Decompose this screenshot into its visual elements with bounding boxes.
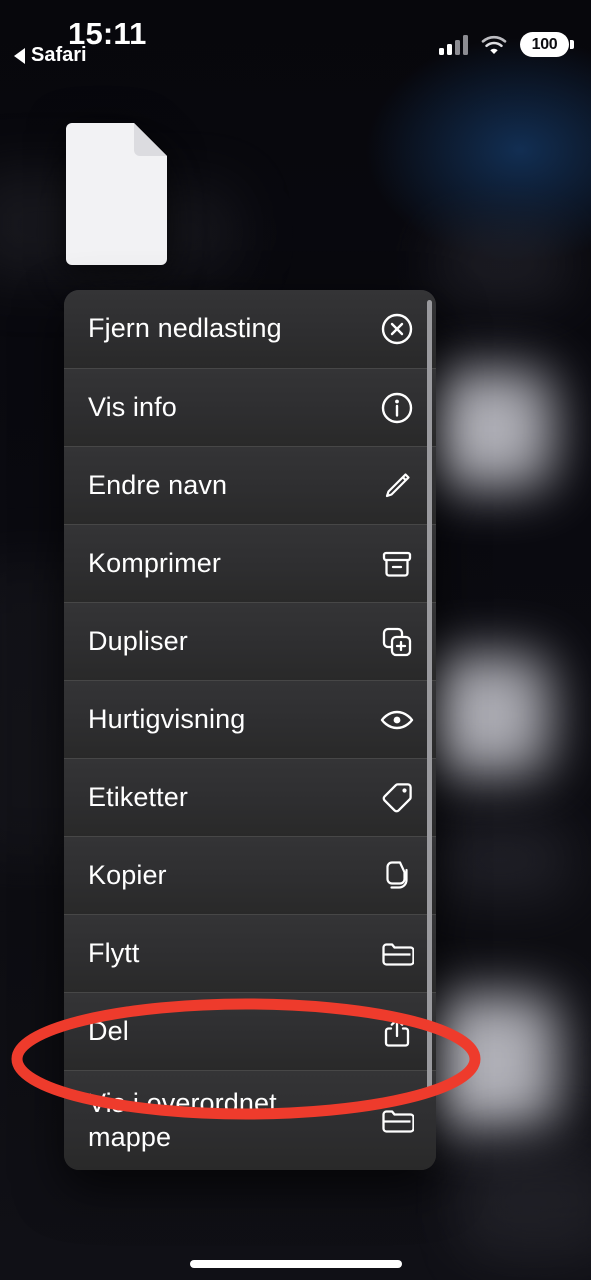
wifi-icon [481, 35, 507, 55]
menu-item-label: Flytt [88, 937, 140, 968]
cellular-signal-icon [439, 34, 468, 55]
menu-item-label: Dupliser [88, 625, 188, 656]
back-to-safari-button[interactable]: Safari [14, 44, 87, 67]
background-blob [430, 820, 570, 900]
tag-icon [380, 781, 414, 815]
menu-item-label: Hurtigvisning [88, 703, 246, 734]
file-preview-thumbnail[interactable] [64, 119, 175, 267]
menu-item-label: Etiketter [88, 781, 188, 812]
share-icon [380, 1015, 414, 1049]
menu-item-endre-navn[interactable]: Endre navn [64, 446, 436, 524]
menu-item-del[interactable]: Del [64, 992, 436, 1070]
folder-icon [380, 1104, 414, 1138]
menu-item-label: Komprimer [88, 547, 221, 578]
back-label: Safari [31, 44, 87, 66]
home-indicator [189, 1260, 402, 1268]
menu-item-hurtigvisning[interactable]: Hurtigvisning [64, 680, 436, 758]
duplicate-plus-icon [380, 625, 414, 659]
phone-screen: 15:11 Safari 100 Fjern nedlasting Vis in… [0, 0, 591, 1280]
menu-item-label: Fjern nedlasting [88, 313, 282, 344]
battery-level: 100 [531, 35, 558, 53]
menu-item-label: Del [88, 1015, 129, 1046]
background-blob [470, 1140, 591, 1260]
triangle-left-icon [14, 47, 25, 64]
background-thumbnail [428, 995, 558, 1130]
menu-item-flytt[interactable]: Flytt [64, 914, 436, 992]
background-blob [435, 225, 570, 303]
status-right-group: 100 [439, 32, 574, 57]
menu-item-fjern-nedlasting[interactable]: Fjern nedlasting [64, 290, 436, 368]
background-thumbnail [428, 370, 553, 488]
menu-item-kopier[interactable]: Kopier [64, 836, 436, 914]
menu-item-etiketter[interactable]: Etiketter [64, 758, 436, 836]
menu-item-label: Vis i overordnet mappe [88, 1088, 277, 1152]
copy-documents-icon [380, 859, 414, 893]
menu-item-vis-i-overordnet-mappe[interactable]: Vis i overordnet mappe [64, 1070, 436, 1170]
menu-scroll-indicator[interactable] [427, 300, 432, 1095]
menu-item-vis-info[interactable]: Vis info [64, 368, 436, 446]
folder-icon [380, 937, 414, 971]
menu-item-label: Vis info [88, 391, 177, 422]
eye-icon [380, 703, 414, 737]
background-thumbnail [425, 655, 550, 775]
archive-box-icon [380, 547, 414, 581]
battery-icon: 100 [520, 32, 574, 57]
context-menu: Fjern nedlasting Vis info Endre navn Kom… [64, 290, 436, 1170]
menu-item-dupliser[interactable]: Dupliser [64, 602, 436, 680]
x-circle-icon [380, 312, 414, 346]
status-bar: 15:11 Safari 100 [0, 0, 591, 80]
menu-item-komprimer[interactable]: Komprimer [64, 524, 436, 602]
document-file-icon [66, 123, 167, 265]
menu-item-label: Kopier [88, 859, 167, 890]
info-circle-icon [380, 391, 414, 425]
menu-item-label: Endre navn [88, 469, 228, 500]
pencil-icon [380, 469, 414, 503]
